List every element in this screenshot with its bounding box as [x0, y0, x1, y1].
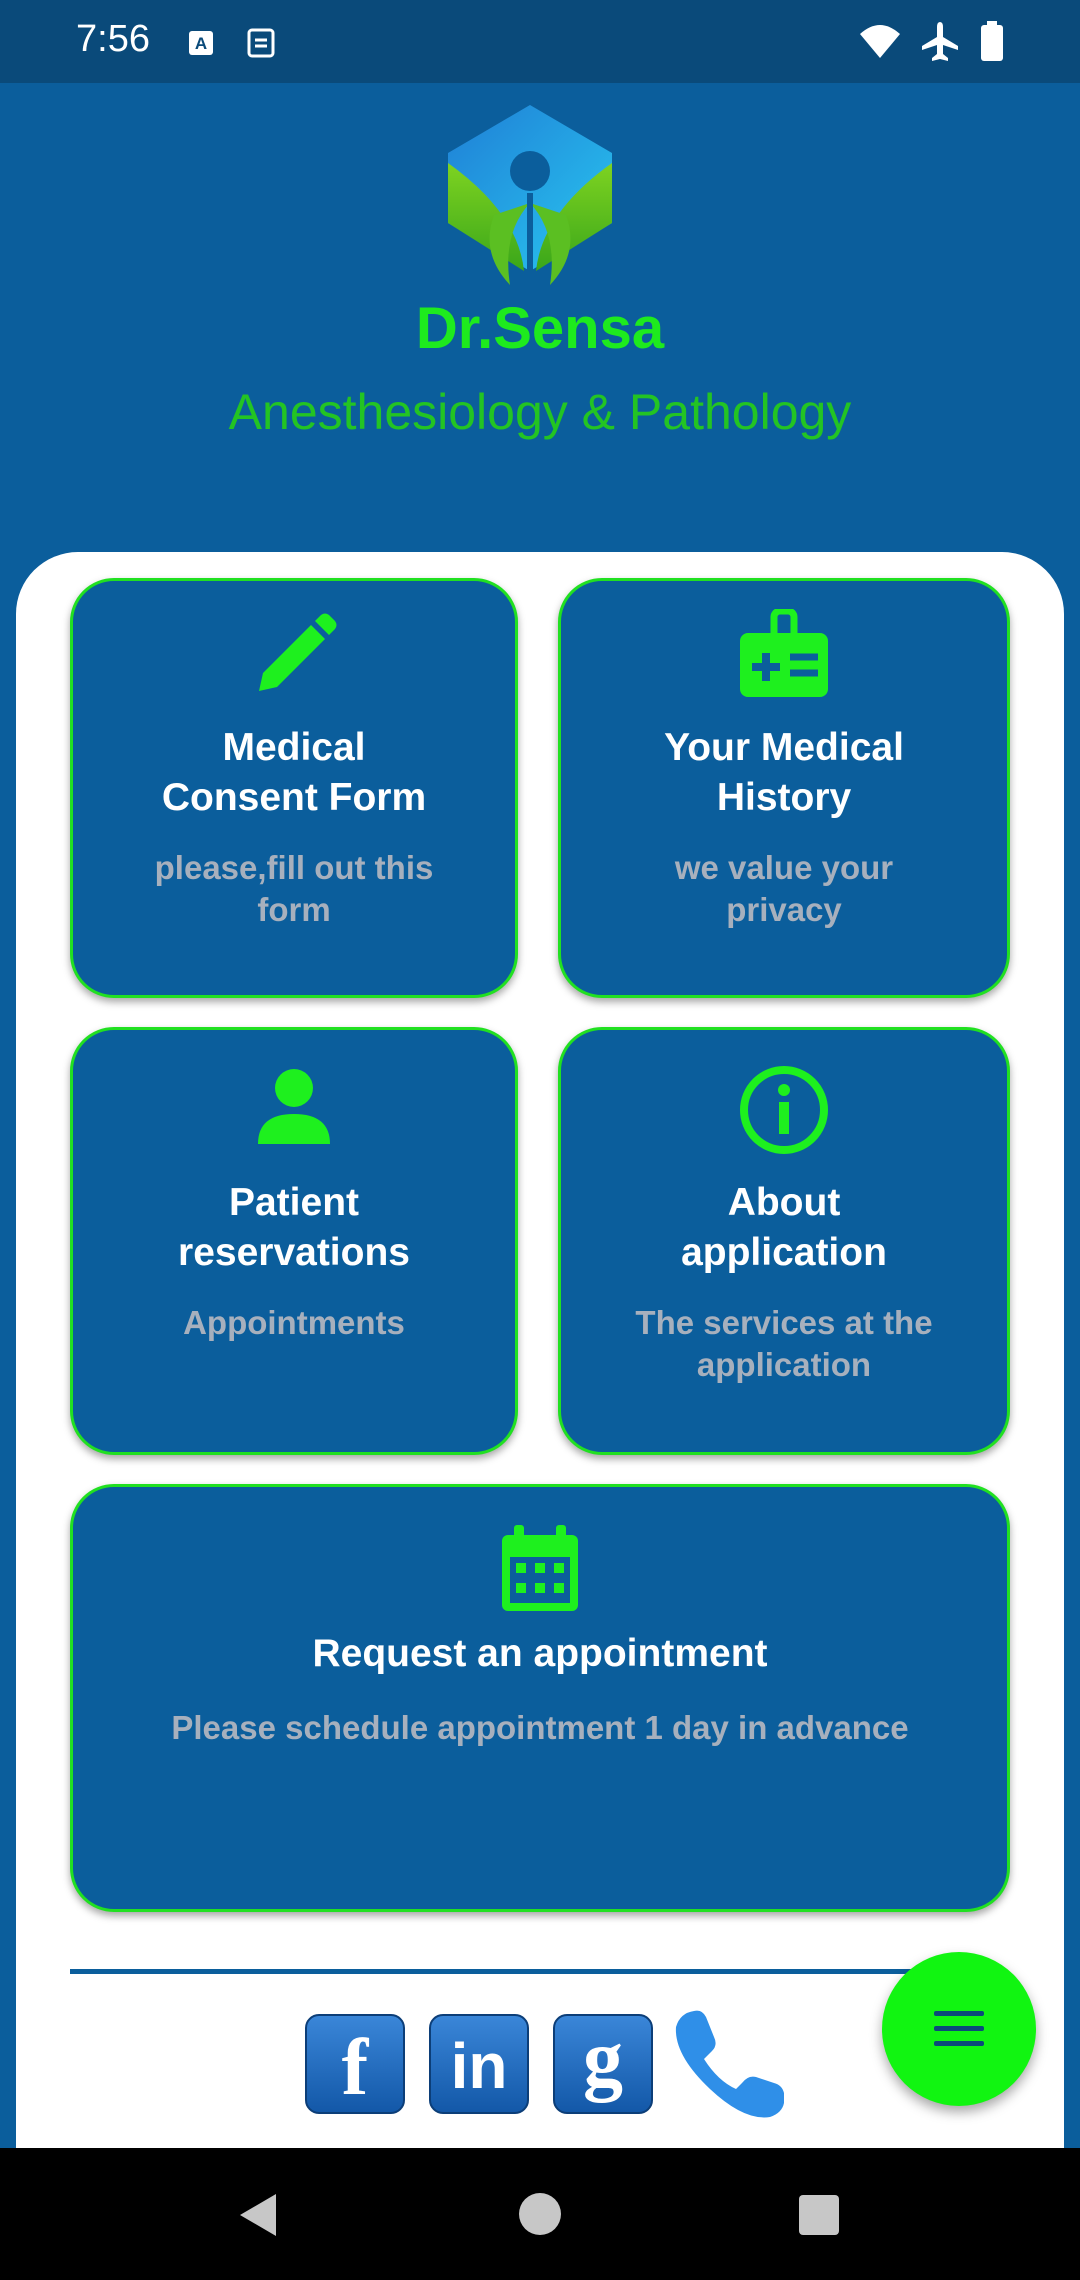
pencil-icon	[259, 613, 337, 691]
app-header: Dr.Sensa Anesthesiology & Pathology	[0, 83, 1080, 553]
card-title: Request an appointment	[312, 1632, 768, 1675]
dr-sensa-logo	[448, 105, 612, 285]
card-subtitle: we value your privacy	[674, 849, 894, 928]
menu-fab[interactable]	[882, 1952, 1036, 2106]
medical-id-icon	[740, 609, 828, 697]
recents-icon[interactable]	[798, 2194, 840, 2236]
card-title: Your Medical History	[664, 726, 904, 819]
battery-icon	[981, 21, 1003, 61]
card-subtitle: Appointments	[183, 1304, 405, 1341]
status-time: 7:56	[76, 18, 150, 60]
medical-consent-card[interactable]: Medical Consent Form please,fill out thi…	[70, 578, 518, 998]
wifi-icon	[860, 25, 900, 58]
home-icon[interactable]	[518, 2192, 562, 2236]
calendar-icon	[502, 1525, 578, 1611]
request-appointment-card[interactable]: Request an appointment Please schedule a…	[70, 1484, 1010, 1912]
app-subtitle: Anesthesiology & Pathology	[228, 384, 852, 440]
menu-panel: Medical Consent Form please,fill out thi…	[16, 552, 1064, 2150]
card-title: About application	[681, 1181, 887, 1274]
svg-text:A: A	[195, 34, 207, 53]
linkedin-icon[interactable]: in	[429, 2014, 529, 2114]
app-title: Dr.Sensa	[415, 296, 665, 361]
card-title: Medical Consent Form	[161, 726, 427, 819]
phone-icon[interactable]	[670, 2007, 788, 2123]
about-application-card[interactable]: About application The services at the ap…	[558, 1027, 1010, 1455]
patient-reservations-card[interactable]: Patient reservations Appointments	[70, 1027, 518, 1455]
back-icon[interactable]	[236, 2192, 280, 2238]
status-bar: 7:56 A	[0, 0, 1080, 83]
divider	[70, 1969, 950, 1974]
card-subtitle: The services at the application	[635, 1304, 933, 1383]
medical-history-card[interactable]: Your Medical History we value your priva…	[558, 578, 1010, 998]
card-title: Patient reservations	[178, 1181, 410, 1274]
facebook-icon[interactable]: f	[305, 2014, 405, 2114]
system-nav-bar	[0, 2148, 1080, 2280]
info-icon	[740, 1066, 828, 1154]
a-badge-icon: A	[189, 31, 213, 55]
menu-icon	[934, 2011, 984, 2016]
card-subtitle: Please schedule appointment 1 day in adv…	[171, 1709, 909, 1746]
card-subtitle: please,fill out this form	[154, 849, 434, 928]
person-icon	[258, 1069, 330, 1144]
airplane-icon	[922, 22, 958, 61]
sim-icon	[247, 28, 275, 58]
google-icon[interactable]: g	[553, 2014, 653, 2114]
